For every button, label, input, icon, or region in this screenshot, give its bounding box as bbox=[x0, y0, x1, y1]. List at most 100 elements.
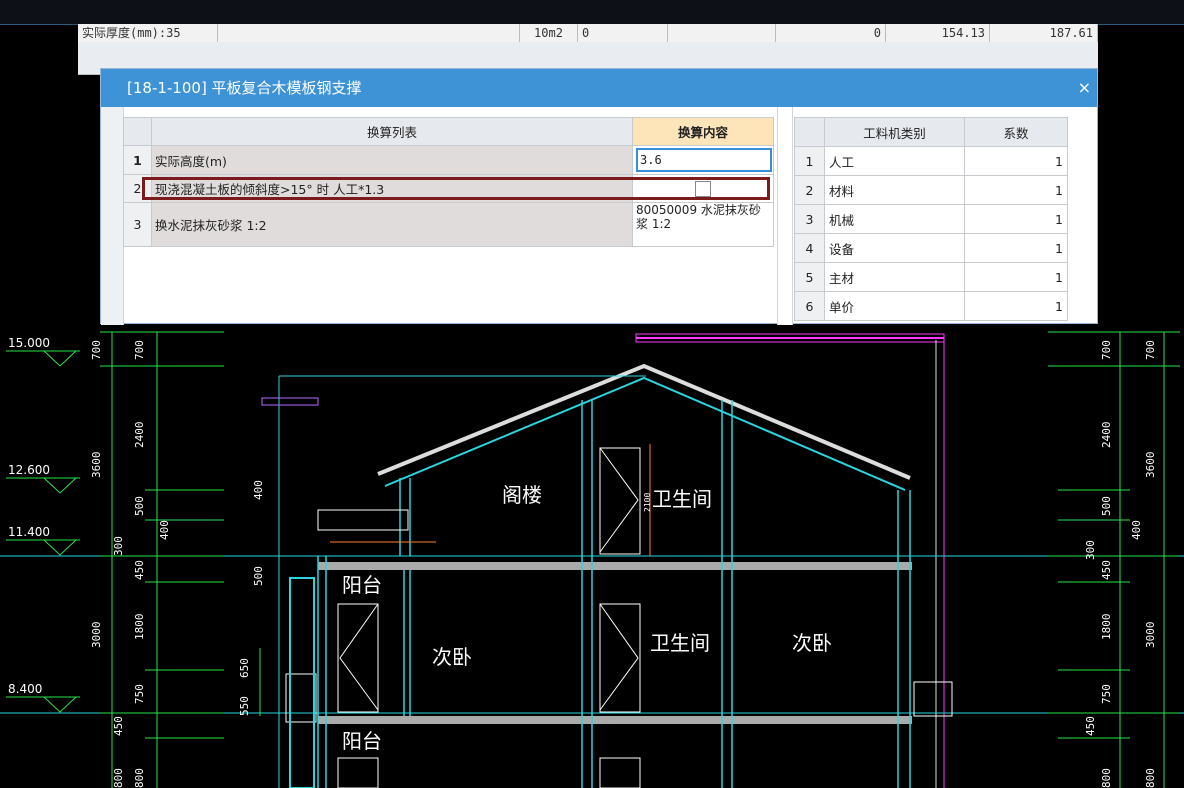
dim-right-300: 300 bbox=[1084, 540, 1097, 560]
room-label-balcony-1: 阳台 bbox=[342, 573, 382, 597]
dim-right-3000: 3000 bbox=[1144, 622, 1157, 649]
row-coef[interactable]: 1 bbox=[964, 262, 1068, 292]
table-header-num bbox=[794, 117, 825, 147]
dim-right-2400: 2400 bbox=[1100, 422, 1113, 449]
dim-left-750: 750 bbox=[133, 684, 146, 704]
table-row[interactable]: 3 换水泥抹灰砂浆 1:2 80050009 水泥抹灰砂浆 1:2 bbox=[123, 202, 774, 247]
table-header-category: 工料机类别 bbox=[824, 117, 965, 147]
dim-left-500b: 500 bbox=[252, 566, 265, 586]
table-row[interactable]: 2 现浇混凝土板的倾斜度>15° 时 人工*1.3 bbox=[123, 174, 774, 203]
dialog-title: [18-1-100] 平板复合木模板钢支撑 bbox=[101, 69, 1097, 107]
dim-left-outer-3000: 3000 bbox=[90, 622, 103, 649]
dim-left-550: 550 bbox=[238, 696, 251, 716]
dim-left-450b: 450 bbox=[112, 716, 125, 736]
room-label-attic: 阁楼 bbox=[502, 483, 542, 507]
table-row[interactable]: 2 材料 1 bbox=[794, 175, 1068, 205]
row-name: 实际高度(m) bbox=[151, 145, 633, 175]
row-category: 材料 bbox=[824, 175, 965, 205]
bg-cell: 187.61 bbox=[990, 24, 1098, 42]
actual-height-input[interactable]: 3.6 bbox=[636, 148, 772, 172]
table-header-num bbox=[123, 117, 152, 146]
dialog-left-gutter bbox=[101, 107, 124, 325]
roof-outline bbox=[377, 363, 911, 480]
dim-left-400b: 400 bbox=[252, 480, 265, 500]
bg-cell: 0 bbox=[578, 24, 668, 42]
dim-right-450: 450 bbox=[1100, 560, 1113, 580]
row-number: 6 bbox=[794, 291, 825, 321]
dim-right-800: 800 bbox=[1100, 768, 1113, 788]
bg-cell bbox=[218, 24, 520, 42]
dim-left-500: 500 bbox=[133, 496, 146, 516]
dialog-separator bbox=[777, 107, 793, 325]
background-table-row: 实际厚度(mm):35 10m2 0 0 154.13 187.61 bbox=[78, 24, 1098, 42]
table-row[interactable]: 1 人工 1 bbox=[794, 146, 1068, 176]
dim-left-1800: 1800 bbox=[133, 614, 146, 641]
bg-cell bbox=[668, 24, 776, 42]
row-number: 2 bbox=[794, 175, 825, 205]
table-row[interactable]: 1 实际高度(m) 3.6 bbox=[123, 145, 774, 175]
dim-right-1800: 1800 bbox=[1100, 614, 1113, 641]
dim-right-500: 500 bbox=[1100, 496, 1113, 516]
dim-door-2100: 2100 bbox=[643, 493, 652, 512]
bg-cell: 154.13 bbox=[886, 24, 990, 42]
table-row[interactable]: 6 单价 1 bbox=[794, 291, 1068, 321]
material-category-table: 工料机类别 系数 1 人工 1 2 材料 1 3 机械 1 4 设备 1 5 主… bbox=[794, 117, 1068, 321]
dim-left-650: 650 bbox=[238, 658, 251, 678]
dim-left-800: 800 bbox=[112, 768, 125, 788]
elev-8400: 8.400 bbox=[8, 682, 42, 696]
dim-right-800b: 800 bbox=[1144, 768, 1157, 788]
dim-right-700b: 700 bbox=[1144, 340, 1157, 360]
room-label-bedroom-left: 次卧 bbox=[432, 645, 472, 669]
bg-cell: 0 bbox=[776, 24, 886, 42]
row-coef[interactable]: 1 bbox=[964, 204, 1068, 234]
dim-left-700: 700 bbox=[90, 340, 103, 360]
bg-cell: 10m2 bbox=[520, 24, 578, 42]
row-number: 3 bbox=[794, 204, 825, 234]
row-name: 现浇混凝土板的倾斜度>15° 时 人工*1.3 bbox=[151, 174, 633, 203]
room-label-bedroom-right: 次卧 bbox=[792, 631, 832, 655]
row-value[interactable]: 80050009 水泥抹灰砂浆 1:2 bbox=[632, 202, 774, 247]
table-row[interactable]: 4 设备 1 bbox=[794, 233, 1068, 263]
row-number: 4 bbox=[794, 233, 825, 263]
row-category: 单价 bbox=[824, 291, 965, 321]
dim-right-3600: 3600 bbox=[1144, 452, 1157, 479]
slope-checkbox[interactable] bbox=[695, 180, 711, 197]
row-number: 2 bbox=[123, 174, 152, 203]
dim-right-400: 400 bbox=[1130, 520, 1143, 540]
dim-left-300: 300 bbox=[112, 536, 125, 556]
row-number: 5 bbox=[794, 262, 825, 292]
conversion-list-table: 换算列表 换算内容 1 实际高度(m) 3.6 2 现浇混凝土板的倾斜度>15°… bbox=[123, 117, 774, 247]
row-number: 1 bbox=[123, 145, 152, 175]
close-icon[interactable]: × bbox=[1078, 69, 1091, 107]
row-value-cell[interactable]: 3.6 bbox=[632, 145, 774, 175]
row-coef[interactable]: 1 bbox=[964, 146, 1068, 176]
table-row[interactable]: 5 主材 1 bbox=[794, 262, 1068, 292]
row-coef[interactable]: 1 bbox=[964, 291, 1068, 321]
table-header-conversion-list: 换算列表 bbox=[151, 117, 633, 146]
table-row[interactable]: 3 机械 1 bbox=[794, 204, 1068, 234]
elev-11400: 11.400 bbox=[8, 525, 50, 539]
bg-cell: 实际厚度(mm):35 bbox=[78, 24, 218, 42]
dim-left-2400: 2400 bbox=[133, 422, 146, 449]
dim-left-800b: 800 bbox=[133, 768, 146, 788]
dim-left-outer-3600: 3600 bbox=[90, 452, 103, 479]
table-header-conversion-content: 换算内容 bbox=[632, 117, 774, 146]
dim-right-450b: 450 bbox=[1084, 716, 1097, 736]
row-name: 换水泥抹灰砂浆 1:2 bbox=[151, 202, 633, 247]
room-label-bath-mid: 卫生间 bbox=[650, 631, 710, 655]
dim-left-450: 450 bbox=[133, 560, 146, 580]
dim-left-700b: 700 bbox=[133, 340, 146, 360]
row-coef[interactable]: 1 bbox=[964, 175, 1068, 205]
dim-right-750: 750 bbox=[1100, 684, 1113, 704]
conversion-dialog[interactable]: [18-1-100] 平板复合木模板钢支撑 × 换算列表 换算内容 1 实际高度… bbox=[100, 68, 1098, 325]
row-value-cell[interactable] bbox=[632, 174, 774, 203]
row-category: 人工 bbox=[824, 146, 965, 176]
row-coef[interactable]: 1 bbox=[964, 233, 1068, 263]
dialog-title-text: [18-1-100] 平板复合木模板钢支撑 bbox=[127, 79, 362, 97]
elev-12600: 12.600 bbox=[8, 463, 50, 477]
room-label-bath-top: 卫生间 bbox=[652, 487, 712, 511]
row-number: 1 bbox=[794, 146, 825, 176]
room-label-balcony-2: 阳台 bbox=[342, 729, 382, 753]
row-category: 机械 bbox=[824, 204, 965, 234]
row-category: 设备 bbox=[824, 233, 965, 263]
